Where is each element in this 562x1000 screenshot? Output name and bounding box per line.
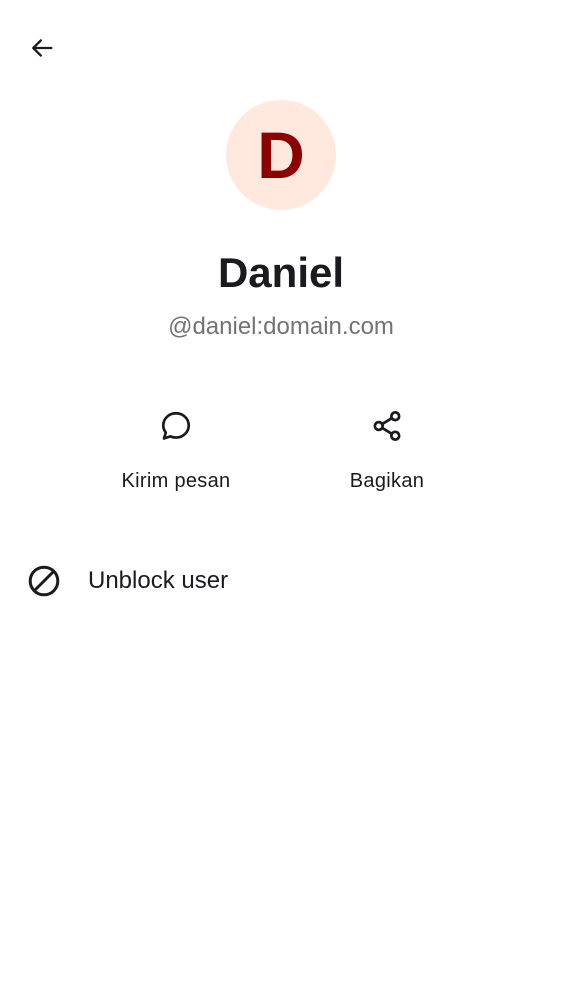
share-icon [367, 406, 407, 446]
block-icon [24, 561, 64, 601]
back-button[interactable] [18, 26, 66, 74]
chat-bubble-icon [156, 406, 196, 446]
share-label: Bagikan [349, 470, 425, 492]
user-profile-screen: D Daniel @daniel:domain.com Kirim pesan … [0, 0, 562, 1000]
send-message-label: Kirim pesan [121, 470, 231, 492]
unblock-user-label: Unblock user [88, 567, 229, 594]
arrow-left-icon [28, 34, 56, 67]
avatar: D [226, 100, 336, 210]
unblock-user-item[interactable]: Unblock user [0, 548, 562, 614]
display-name: Daniel [217, 249, 345, 296]
avatar-initial: D [257, 118, 305, 192]
user-id: @daniel:domain.com [168, 313, 394, 340]
share-button[interactable]: Bagikan [287, 396, 487, 506]
send-message-button[interactable]: Kirim pesan [76, 396, 276, 506]
